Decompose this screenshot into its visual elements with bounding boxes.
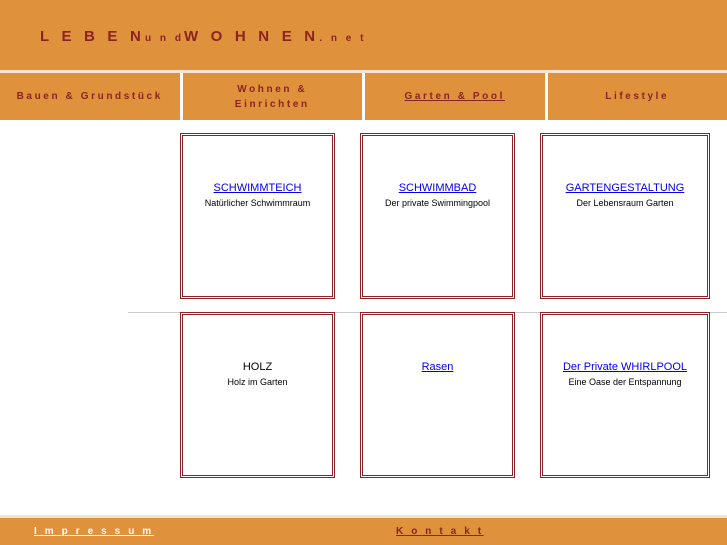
nav-item-bauen-grundstueck[interactable]: Bauen & Grundstück (0, 73, 183, 120)
site-logo-title: L E B E Nu n dW O H N E N. n e t (40, 28, 366, 45)
card-body: Der Private WHIRLPOOL Eine Oase der Ents… (543, 357, 707, 389)
card-body: SCHWIMMTEICH Natürlicher Schwimmraum (183, 178, 332, 210)
site-footer: I m p r e s s u m K o n t a k t (0, 515, 727, 545)
card-link-schwimmbad[interactable]: SCHWIMMBAD (399, 181, 477, 195)
card-body: GARTENGESTALTUNG Der Lebensraum Garten (543, 178, 707, 210)
card-subtitle-schwimmbad: Der private Swimmingpool (384, 198, 491, 208)
nav-label-garten-pool: Garten & Pool (404, 91, 505, 102)
card-whirlpool[interactable]: Der Private WHIRLPOOL Eine Oase der Ents… (540, 312, 710, 478)
logo-und: u n d (145, 33, 184, 44)
card-rasen[interactable]: Rasen (360, 312, 515, 478)
card-label-holz: HOLZ (242, 361, 273, 373)
card-body: SCHWIMMBAD Der private Swimmingpool (363, 178, 512, 210)
card-body: HOLZ Holz im Garten (183, 357, 332, 389)
footer-link-impressum[interactable]: I m p r e s s u m (34, 526, 154, 537)
main-navigation: Bauen & Grundstück Wohnen & Einrichten G… (0, 70, 727, 120)
card-link-whirlpool[interactable]: Der Private WHIRLPOOL (563, 360, 687, 374)
nav-label-wohnen-einrichten: Wohnen & Einrichten (231, 82, 314, 112)
site-header: L E B E Nu n dW O H N E N. n e t (0, 0, 727, 70)
card-link-gartengestaltung[interactable]: GARTENGESTALTUNG (566, 181, 685, 195)
main-content: SCHWIMMTEICH Natürlicher Schwimmraum SCH… (0, 120, 727, 498)
nav-item-wohnen-einrichten[interactable]: Wohnen & Einrichten (182, 73, 365, 120)
nav-label-bauen-grundstueck: Bauen & Grundstück (16, 91, 163, 102)
card-link-rasen[interactable]: Rasen (422, 360, 454, 374)
card-holz[interactable]: HOLZ Holz im Garten (180, 312, 335, 478)
nav-label-wohnen-line2: Einrichten (234, 98, 310, 110)
logo-wohnen: W O H N E N (183, 28, 320, 45)
logo-leben: L E B E N (40, 28, 146, 45)
card-gartengestaltung[interactable]: GARTENGESTALTUNG Der Lebensraum Garten (540, 133, 710, 299)
card-link-schwimmteich[interactable]: SCHWIMMTEICH (214, 181, 302, 195)
card-subtitle-holz: Holz im Garten (227, 377, 288, 387)
card-row-bottom: HOLZ Holz im Garten Rasen Der Private WH… (0, 299, 727, 478)
card-schwimmbad[interactable]: SCHWIMMBAD Der private Swimmingpool (360, 133, 515, 299)
card-schwimmteich[interactable]: SCHWIMMTEICH Natürlicher Schwimmraum (180, 133, 335, 299)
card-subtitle-schwimmteich: Natürlicher Schwimmraum (204, 198, 311, 208)
card-body: Rasen (363, 357, 512, 376)
nav-item-garten-pool[interactable]: Garten & Pool (365, 73, 548, 120)
card-subtitle-gartengestaltung: Der Lebensraum Garten (576, 198, 674, 208)
nav-label-wohnen-line1: Wohnen & (237, 83, 308, 95)
logo-net: . n e t (319, 33, 367, 44)
nav-item-lifestyle[interactable]: Lifestyle (547, 73, 727, 120)
nav-label-lifestyle: Lifestyle (605, 91, 670, 102)
card-row-top: SCHWIMMTEICH Natürlicher Schwimmraum SCH… (0, 120, 727, 299)
footer-link-kontakt[interactable]: K o n t a k t (396, 526, 484, 537)
card-subtitle-whirlpool: Eine Oase der Entspannung (568, 377, 682, 387)
